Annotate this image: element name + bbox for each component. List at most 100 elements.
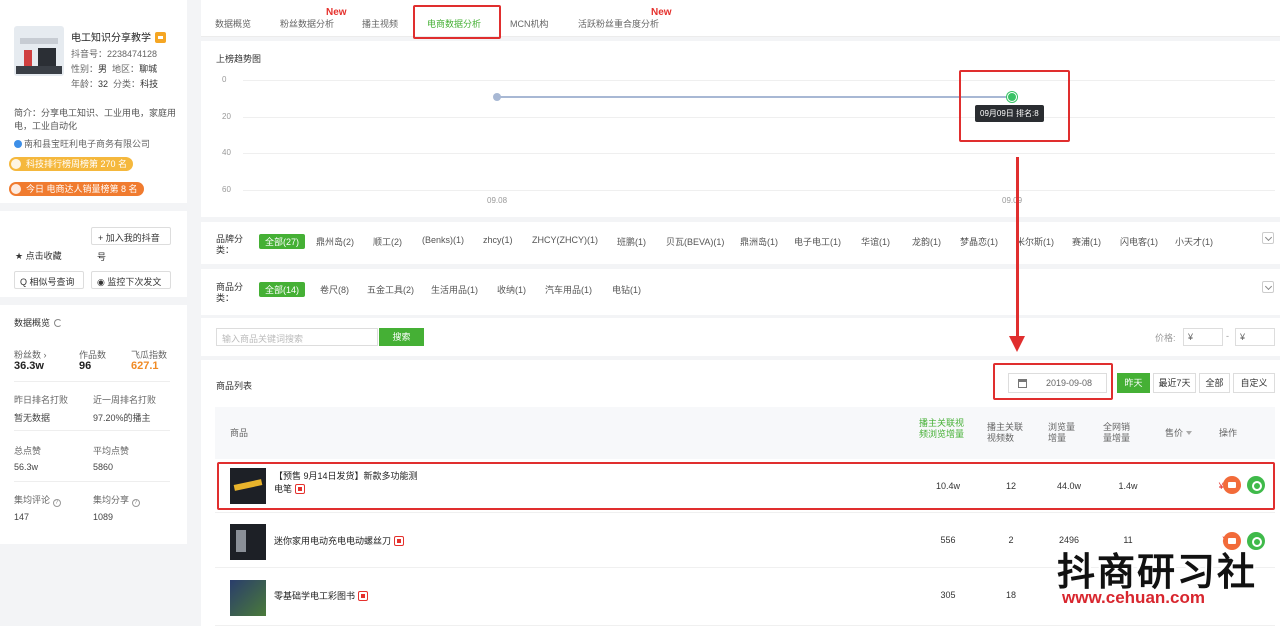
cell-views: 556 [940,535,956,545]
add-my-douyin-button[interactable]: + 加入我的抖音 [91,227,171,245]
brand-chip[interactable]: zhcy(1) [483,235,513,245]
col-views-inc[interactable]: 播主关联视频浏览增量 [919,418,967,440]
total-likes-label: 总点赞 [14,446,42,456]
cell-views: 305 [940,590,956,600]
product-category-chip[interactable]: 卷尺(8) [320,283,349,296]
fans-value: 36.3w [14,360,44,372]
brand-chip[interactable]: 全部(27) [259,234,306,249]
x-tick-label: 09.08 [487,196,508,205]
annotation-arrow-head [1009,336,1025,352]
profile-name: 电工知识分享教学 [71,29,166,44]
avg-shares-label: 集均分享 ? [93,493,140,507]
tab-fans-analysis[interactable]: 粉丝数据分析 [280,17,334,30]
col-sales-inc[interactable]: 全网销量增量 [1103,422,1135,444]
brand-expand-icon[interactable] [1262,232,1274,244]
range-all-button[interactable]: 全部 [1199,373,1230,393]
highlight-box-row [217,462,1275,510]
price-min-input[interactable]: ¥ [1183,328,1223,346]
brand-chip[interactable]: ZHCY(ZHCY)(1) [532,235,598,245]
divider [14,430,170,431]
col-price[interactable]: 售价 [1165,428,1193,439]
brand-chip[interactable]: (Benks)(1) [422,235,464,245]
product-filter-panel [201,269,1280,315]
brand-chip[interactable]: 顺工(2) [373,235,402,248]
product-category-chip[interactable]: 生活用品(1) [431,283,478,296]
yesterday-rank-label: 昨日排名打败 [14,395,69,405]
product-name[interactable]: 零基础学电工彩图书 [274,590,574,603]
brand-chip[interactable]: 闪电客(1) [1120,235,1158,248]
highlight-box-tooltip [959,70,1070,142]
product-expand-icon[interactable] [1262,281,1274,293]
range-7days-button[interactable]: 最近7天 [1153,373,1196,393]
brand-chip[interactable]: 班鹏(1) [617,235,646,248]
price-max-input[interactable]: ¥ [1235,328,1275,346]
watermark-url: www.cehuan.com [1062,588,1205,607]
x-tick-label: 09.09 [1002,196,1023,205]
brand-chip[interactable]: 鼎洲岛(1) [740,235,778,248]
product-name[interactable]: 迷你家用电动充电电动螺丝刀 [274,535,574,548]
y-tick-label: 0 [222,75,227,84]
avatar[interactable] [14,26,64,76]
works-value: 96 [79,360,92,372]
brand-chip[interactable]: 米尔斯(1) [1016,235,1054,248]
new-badge: New [651,7,672,18]
cart-icon [11,184,21,194]
col-video-count[interactable]: 播主关联视频数 [987,422,1027,444]
help-icon[interactable]: ? [52,499,61,507]
brand-chip[interactable]: 龙韵(1) [912,235,941,248]
product-category-chip[interactable]: 收纳(1) [497,283,526,296]
similar-account-button[interactable]: Q 相似号查询 [14,271,84,289]
product-category-chip[interactable]: 汽车用品(1) [545,283,592,296]
product-category-chip[interactable]: 电钻(1) [612,283,641,296]
brand-chip[interactable]: 华谊(1) [861,235,890,248]
product-thumbnail[interactable] [230,524,266,560]
verified-icon [14,140,22,148]
series-line [497,95,1012,98]
douyin-id: 抖音号：2238474128 [71,49,158,59]
brand-chip[interactable]: 赛浦(1) [1072,235,1101,248]
taobao-tag-icon [394,536,405,546]
range-custom-button[interactable]: 自定义 [1233,373,1275,393]
avg-likes-label: 平均点赞 [93,446,130,456]
grid-line [243,153,1275,155]
profile-intro: 简介：分享电工知识、工业用电，家庭用电，工业自动化 [14,108,177,131]
data-point[interactable] [493,92,501,101]
tab-videos[interactable]: 播主视频 [362,17,398,30]
verified-badge-icon [155,32,166,43]
divider [14,481,170,482]
brand-chip[interactable]: 小天才(1) [1175,235,1213,248]
index-value: 627.1 [131,360,159,372]
sidebar: 电工知识分享教学 抖音号：2238474128 性别：男 地区：聊城 年龄：32… [0,0,187,544]
avg-comments-label: 集均评论 ? [14,493,61,507]
y-tick-label: 40 [222,148,231,158]
col-product: 商品 [230,428,249,438]
brand-chip[interactable]: 电子电工(1) [794,235,841,248]
tab-mcn[interactable]: MCN机构 [510,17,549,30]
product-list-title: 商品列表 [216,381,253,391]
brand-chip[interactable]: 贝瓦(BEVA)(1) [666,235,724,248]
cell-videos: 2 [1008,535,1014,545]
tab-fans-overlap[interactable]: 活跃粉丝重合度分析 [578,17,659,30]
product-category-chip[interactable]: 五金工具(2) [367,283,414,296]
avg-comments-value: 147 [14,512,30,522]
favorite-button[interactable]: ★ 点击收藏 [15,249,62,262]
avg-shares-value: 1089 [93,512,114,522]
product-category-chip[interactable]: 全部(14) [259,282,306,297]
rank-badge-tech[interactable]: 科技排行榜周榜第 270 名 [9,157,134,171]
monitor-button[interactable]: ◉ 监控下次发文 [91,271,171,289]
product-search-input[interactable]: 输入商品关键词搜索 [216,328,378,346]
taobao-tag-icon [358,591,369,601]
divider [14,381,170,382]
tab-overview[interactable]: 数据概览 [215,17,251,30]
range-yesterday-button[interactable]: 昨天 [1117,373,1150,393]
col-browse-inc[interactable]: 浏览量增量 [1048,422,1080,444]
brand-chip[interactable]: 梦晶恋(1) [960,235,998,248]
refresh-icon[interactable] [54,319,63,327]
grid-line [243,80,1275,81]
brand-chip[interactable]: 鼎州岛(2) [316,235,354,248]
search-button[interactable]: 搜索 [379,328,424,346]
rank-badge-ecom[interactable]: 今日 电商达人销量榜第 8 名 [9,182,144,196]
help-icon[interactable]: ? [131,499,140,507]
product-thumbnail[interactable] [230,580,266,616]
divider [0,203,187,211]
